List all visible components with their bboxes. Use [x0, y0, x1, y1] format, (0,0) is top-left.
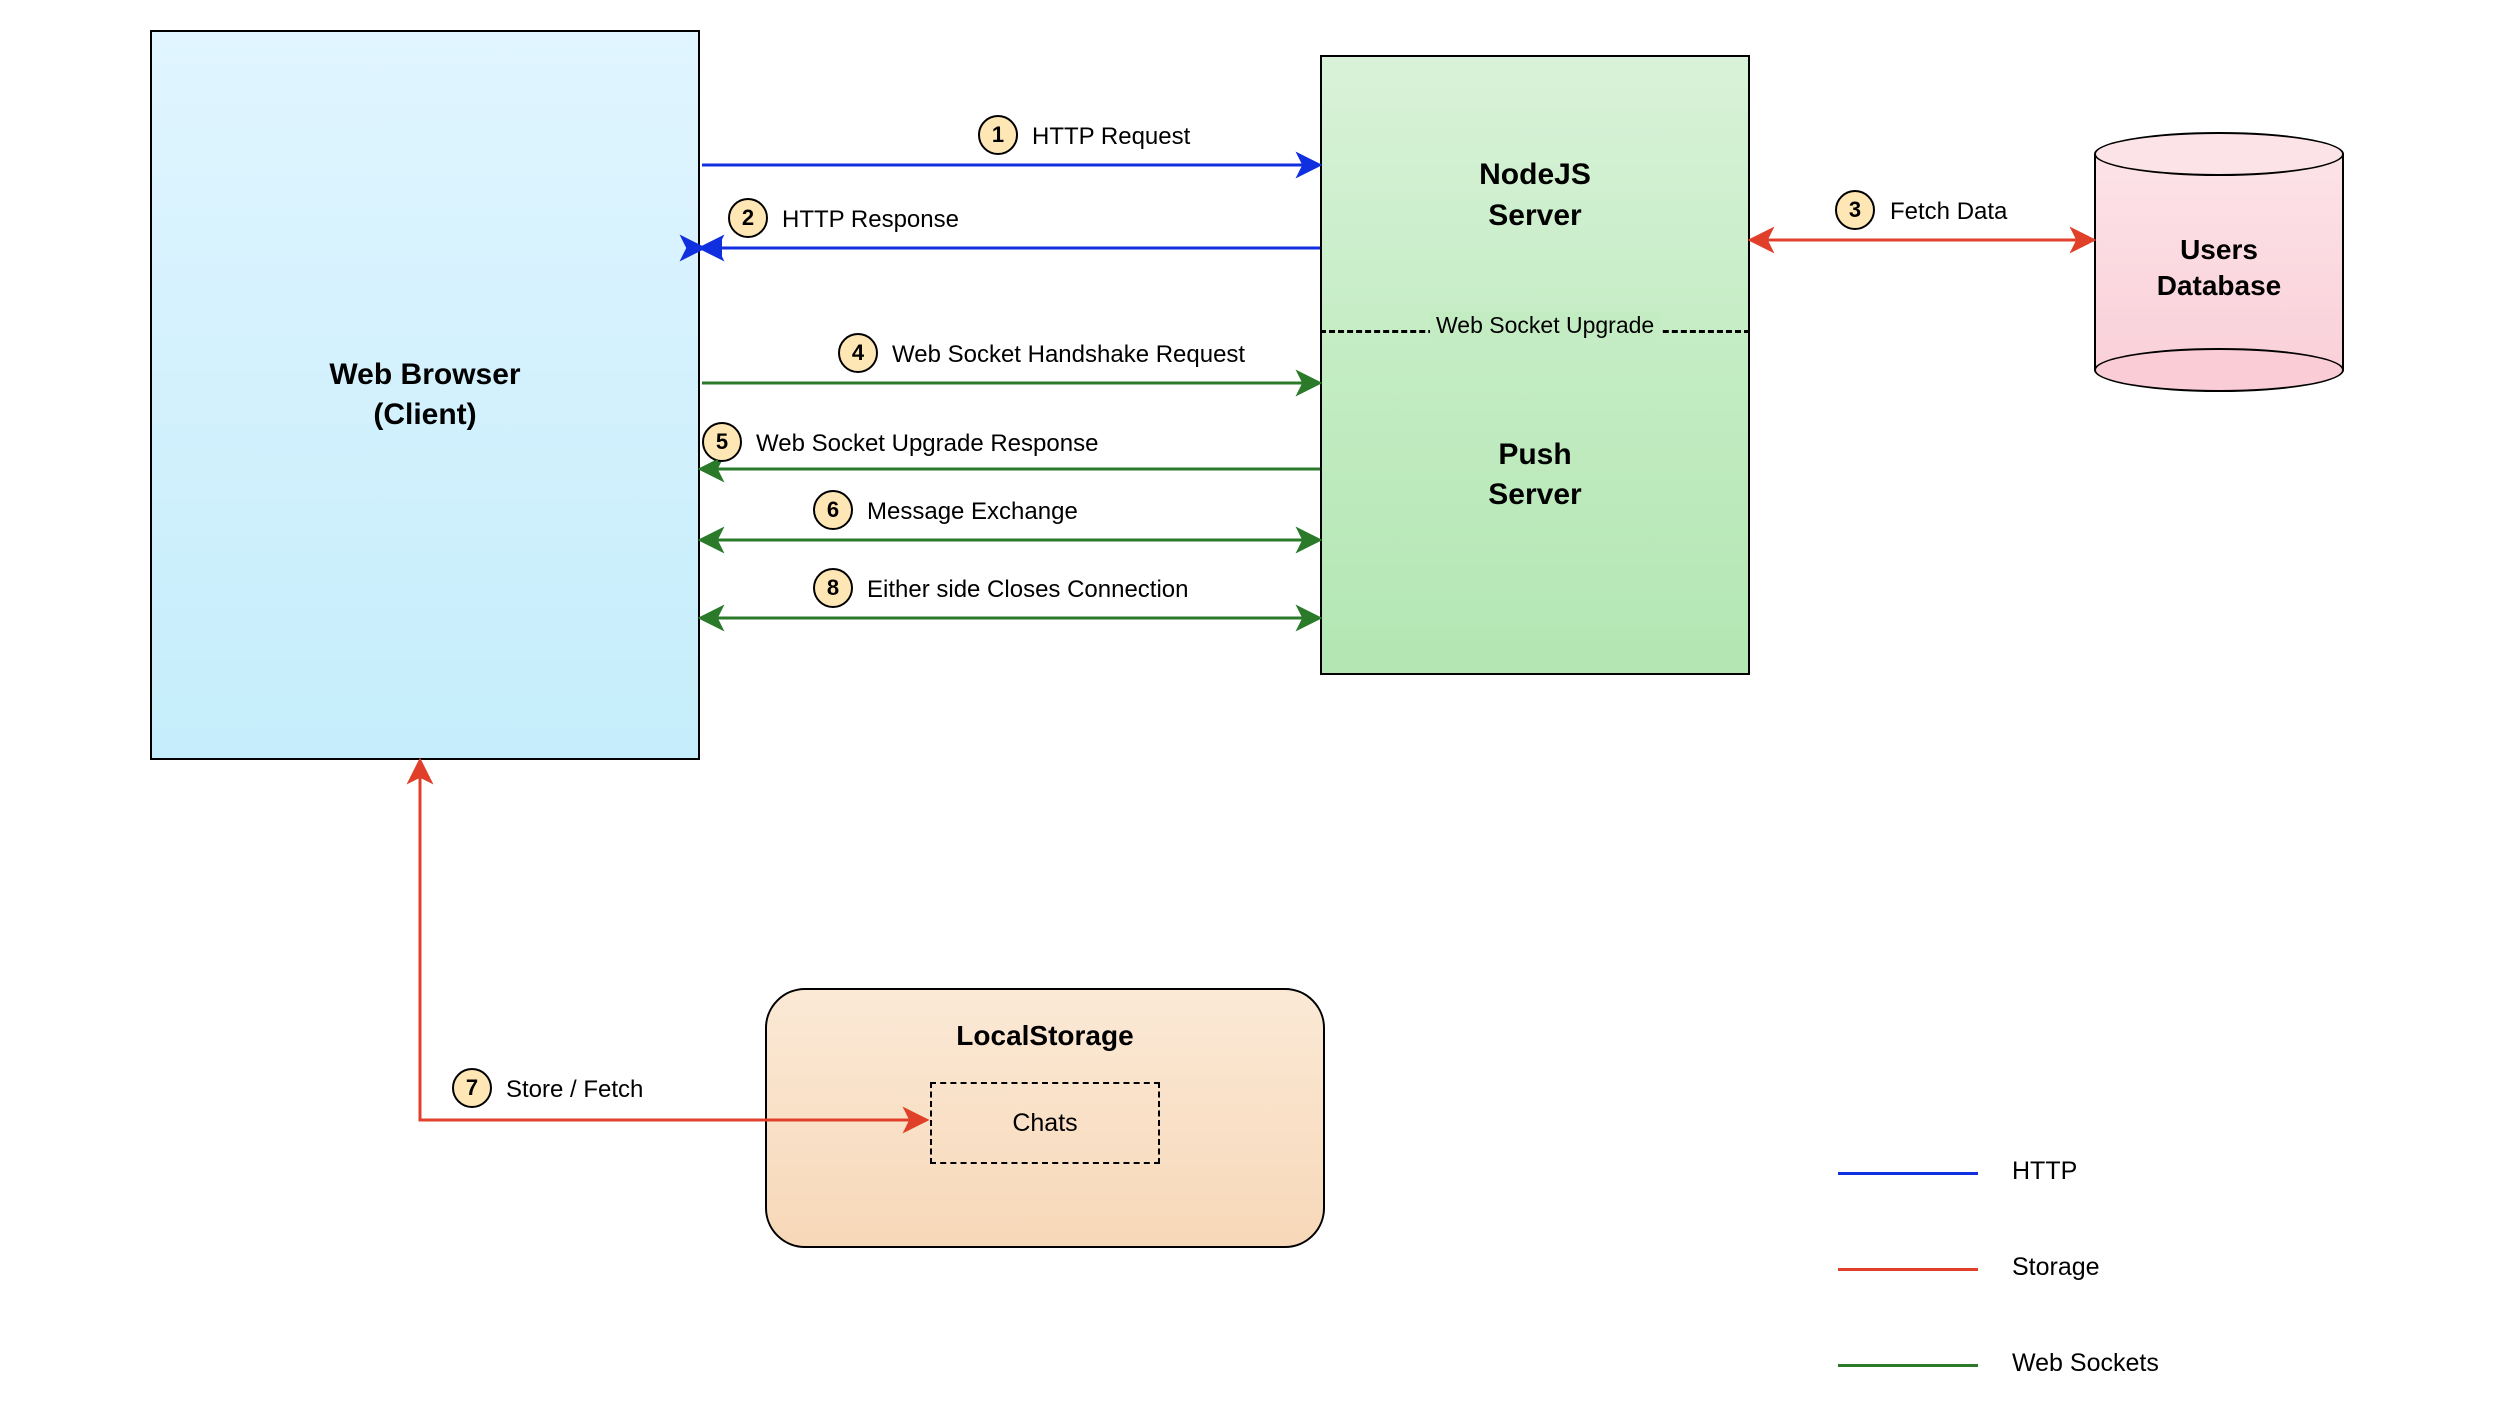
legend-label-ws: Web Sockets [2012, 1349, 2159, 1378]
step-badge-6: 6 [813, 490, 853, 530]
nodejs-server: NodeJS Server [1322, 57, 1748, 335]
users-database: Users Database [2094, 132, 2344, 392]
push-server: Push Server [1322, 335, 1748, 673]
label-ws-upgrade-response: Web Socket Upgrade Response [756, 430, 1098, 458]
browser-title: Web Browser (Client) [329, 355, 520, 436]
label-http-request: HTTP Request [1032, 123, 1190, 151]
label-ws-handshake: Web Socket Handshake Request [892, 341, 1245, 369]
step-badge-8: 8 [813, 568, 853, 608]
step-badge-7: 7 [452, 1068, 492, 1108]
architecture-diagram: Web Browser (Client) NodeJS Server Push … [0, 0, 2500, 1424]
label-close-connection: Either side Closes Connection [867, 576, 1189, 604]
label-store-fetch: Store / Fetch [506, 1076, 643, 1104]
chats-box: Chats [930, 1082, 1160, 1164]
step-badge-1: 1 [978, 115, 1018, 155]
label-message-exchange: Message Exchange [867, 498, 1078, 526]
legend-line-storage [1838, 1268, 1978, 1271]
step-badge-2: 2 [728, 198, 768, 238]
legend-label-storage: Storage [2012, 1253, 2100, 1282]
step-badge-5: 5 [702, 422, 742, 462]
server-box: NodeJS Server Push Server [1320, 55, 1750, 675]
localstorage-title: LocalStorage [956, 1020, 1133, 1052]
legend-label-http: HTTP [2012, 1157, 2077, 1186]
web-browser-box: Web Browser (Client) [150, 30, 700, 760]
legend-line-http [1838, 1172, 1978, 1175]
step-badge-4: 4 [838, 333, 878, 373]
ws-upgrade-label: Web Socket Upgrade [1430, 312, 1660, 339]
step-badge-3: 3 [1835, 190, 1875, 230]
label-fetch-data: Fetch Data [1890, 198, 2007, 226]
legend-line-ws [1838, 1364, 1978, 1367]
label-http-response: HTTP Response [782, 206, 959, 234]
